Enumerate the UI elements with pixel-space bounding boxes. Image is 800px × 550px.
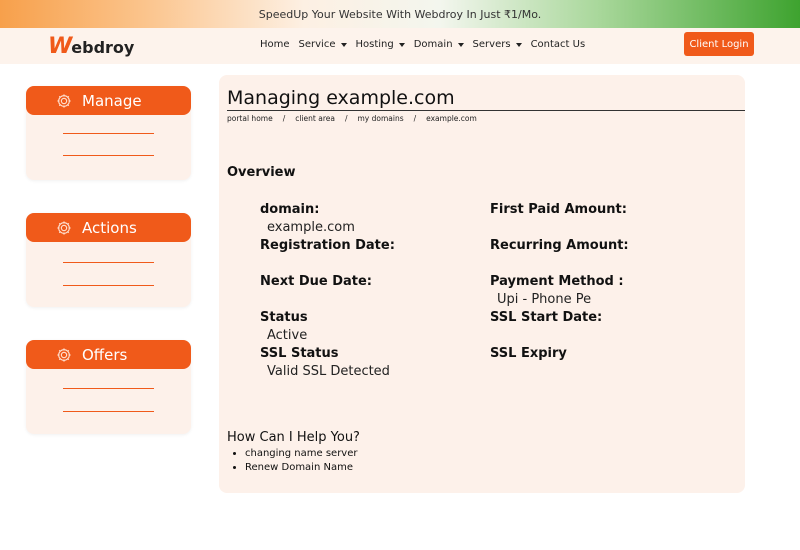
help-list: changing name server Renew Domain Name — [245, 448, 358, 476]
logo-mark: W — [48, 33, 72, 59]
status-label: Status — [260, 310, 308, 325]
breadcrumb-my-domains[interactable]: my domains — [357, 114, 403, 123]
gear-icon — [57, 347, 71, 362]
domain-details-panel: Managing example.com portal home / clien… — [219, 75, 745, 493]
manage-link-placeholder-2[interactable] — [63, 155, 154, 156]
registration-date-label: Registration Date: — [260, 238, 395, 253]
sidebar-card-actions: Actions — [26, 213, 191, 307]
sidebar-card-offers: Offers — [26, 340, 191, 434]
manage-card-title: Manage — [82, 91, 142, 110]
breadcrumb-current-domain: example.com — [426, 114, 477, 123]
nav-service[interactable]: Service — [299, 39, 347, 50]
payment-method-label: Payment Method : — [490, 274, 624, 289]
domain-label: domain: — [260, 202, 320, 217]
chevron-down-icon — [340, 42, 347, 47]
nav-servers-label: Servers — [472, 39, 511, 50]
client-login-button[interactable]: Client Login — [684, 32, 754, 56]
offers-card-header[interactable]: Offers — [26, 340, 191, 369]
nav-home[interactable]: Home — [260, 39, 290, 50]
main-nav: Home Service Hosting Domain Servers Cont… — [260, 39, 594, 50]
help-heading: How Can I Help You? — [227, 430, 360, 445]
actions-card-title: Actions — [82, 218, 137, 237]
nav-domain[interactable]: Domain — [414, 39, 464, 50]
ssl-status-label: SSL Status — [260, 346, 339, 361]
nav-hosting-label: Hosting — [355, 39, 394, 50]
promo-text: SpeedUp Your Website With Webdroy In Jus… — [258, 7, 542, 21]
breadcrumb-separator: / — [282, 114, 286, 123]
webdroy-logo[interactable]: W ebdroy — [48, 33, 134, 59]
manage-card-header[interactable]: Manage — [26, 86, 191, 115]
nav-hosting[interactable]: Hosting — [356, 39, 405, 50]
page-title: Managing example.com — [227, 87, 455, 109]
top-navbar: W ebdroy Home Service Hosting Domain Ser… — [0, 28, 800, 64]
actions-card-header[interactable]: Actions — [26, 213, 191, 242]
manage-link-placeholder-1[interactable] — [63, 133, 154, 134]
nav-service-label: Service — [298, 39, 336, 50]
chevron-down-icon — [457, 42, 464, 47]
offers-card-title: Offers — [82, 345, 128, 364]
gear-icon — [57, 93, 71, 108]
promo-banner: SpeedUp Your Website With Webdroy In Jus… — [0, 0, 800, 28]
breadcrumb-client-area[interactable]: client area — [295, 114, 335, 123]
status-value: Active — [267, 328, 308, 343]
breadcrumb-portal-home[interactable]: portal home — [227, 114, 273, 123]
first-paid-amount-label: First Paid Amount: — [490, 202, 627, 217]
nav-servers[interactable]: Servers — [473, 39, 522, 50]
ssl-status-value: Valid SSL Detected — [267, 364, 390, 379]
actions-link-placeholder-1[interactable] — [63, 262, 154, 263]
ssl-expiry-label: SSL Expiry — [490, 346, 567, 361]
help-item-renew-domain[interactable]: Renew Domain Name — [245, 462, 358, 473]
breadcrumb-separator: / — [344, 114, 348, 123]
nav-contact-us-label: Contact Us — [530, 39, 586, 50]
offers-link-placeholder-2[interactable] — [63, 411, 154, 412]
chevron-down-icon — [398, 42, 405, 47]
sidebar-card-manage: Manage — [26, 86, 191, 180]
logo-text: ebdroy — [71, 38, 135, 57]
gear-icon — [57, 220, 71, 235]
nav-domain-label: Domain — [413, 39, 453, 50]
offers-link-placeholder-1[interactable] — [63, 388, 154, 389]
next-due-date-label: Next Due Date: — [260, 274, 373, 289]
payment-method-value: Upi - Phone Pe — [497, 292, 592, 307]
domain-value: example.com — [267, 220, 355, 235]
breadcrumb-separator: / — [413, 114, 417, 123]
actions-link-placeholder-2[interactable] — [63, 285, 154, 286]
title-divider — [227, 110, 745, 111]
nav-contact-us[interactable]: Contact Us — [531, 39, 586, 50]
nav-home-label: Home — [260, 39, 290, 50]
overview-heading: Overview — [227, 165, 296, 180]
help-item-change-nameserver[interactable]: changing name server — [245, 448, 358, 459]
chevron-down-icon — [515, 42, 522, 47]
breadcrumb: portal home / client area / my domains /… — [227, 114, 477, 123]
ssl-start-date-label: SSL Start Date: — [490, 310, 603, 325]
recurring-amount-label: Recurring Amount: — [490, 238, 629, 253]
